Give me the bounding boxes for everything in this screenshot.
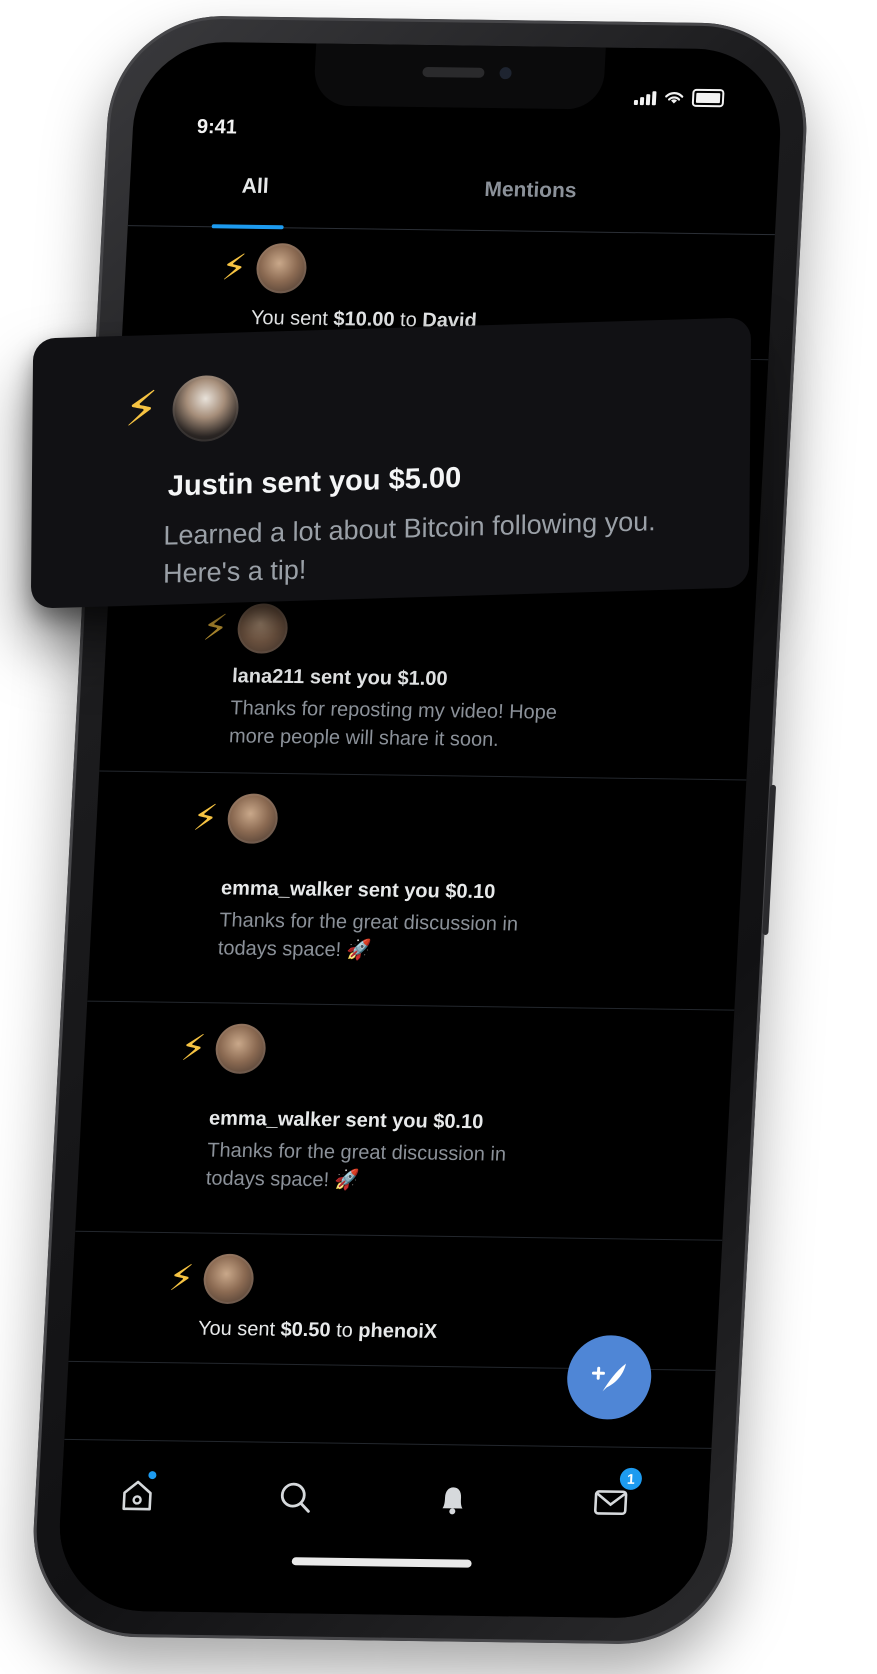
home-indicator[interactable] [291, 1557, 472, 1568]
nav-notifications[interactable] [432, 1479, 474, 1520]
avatar[interactable] [171, 374, 239, 443]
phone-mockup: 9:41 All Mentions ⚡ You sent $10.00 to D… [28, 14, 812, 1646]
avatar[interactable] [255, 242, 309, 294]
avatar[interactable] [214, 1023, 268, 1075]
zap-bolt-icon: ⚡ [220, 246, 248, 288]
avatar[interactable] [226, 793, 280, 845]
unread-count-badge: 1 [619, 1467, 643, 1490]
zap-title: lana211 sent you $1.00 [231, 665, 449, 691]
wifi-icon [665, 92, 684, 104]
zap-message: Thanks for the great discussion in today… [205, 1139, 507, 1192]
nav-home[interactable] [116, 1471, 158, 1516]
zap-bolt-icon: ⚡ [179, 1026, 208, 1069]
phone-screen: 9:41 All Mentions ⚡ You sent $10.00 to D… [55, 40, 785, 1620]
notification-tabs: All Mentions [127, 151, 779, 236]
zap-title: emma_walker sent you $0.10 [208, 1107, 484, 1134]
nav-messages[interactable]: 1 [590, 1467, 643, 1522]
battery-icon [691, 88, 725, 108]
home-icon [122, 1480, 152, 1511]
card-title: Justin sent you $5.00 [167, 461, 462, 503]
search-icon [280, 1482, 310, 1513]
sent-summary: You sent $0.50 to phenoiX [197, 1317, 438, 1343]
zap-title: emma_walker sent you $0.10 [220, 877, 496, 904]
list-item[interactable]: ⚡ emma_walker sent you $0.10 Thanks for … [75, 1001, 735, 1241]
zap-message: Thanks for reposting my video! Hope more… [228, 697, 558, 751]
avatar[interactable] [202, 1253, 256, 1305]
speaker [422, 66, 485, 78]
zap-bolt-icon: ⚡ [124, 382, 159, 437]
zap-bolt-icon: ⚡ [167, 1257, 196, 1299]
zap-notification-card[interactable]: ⚡ Justin sent you $5.00 Learned a lot ab… [30, 317, 752, 609]
zap-bolt-icon: ⚡ [191, 796, 220, 839]
status-time: 9:41 [196, 115, 238, 139]
marketing-stage: 9:41 All Mentions ⚡ You sent $10.00 to D… [0, 0, 877, 1674]
tab-all[interactable]: All [241, 175, 269, 199]
zap-bolt-icon: ⚡ [201, 606, 230, 649]
compose-icon [591, 1363, 626, 1392]
tab-mentions[interactable]: Mentions [484, 178, 577, 203]
avatar[interactable] [236, 603, 290, 654]
status-icons [633, 88, 725, 108]
bottom-nav: 1 [55, 1438, 712, 1620]
bell-icon [442, 1487, 463, 1515]
list-item[interactable]: ⚡ emma_walker sent you $0.10 Thanks for … [87, 771, 747, 1011]
nav-search[interactable] [274, 1477, 316, 1518]
notch [312, 43, 606, 110]
front-camera [499, 67, 512, 80]
cellular-signal-icon [633, 89, 657, 106]
zap-message: Thanks for the great discussion in today… [217, 909, 519, 962]
card-message: Learned a lot about Bitcoin following yo… [162, 506, 656, 589]
